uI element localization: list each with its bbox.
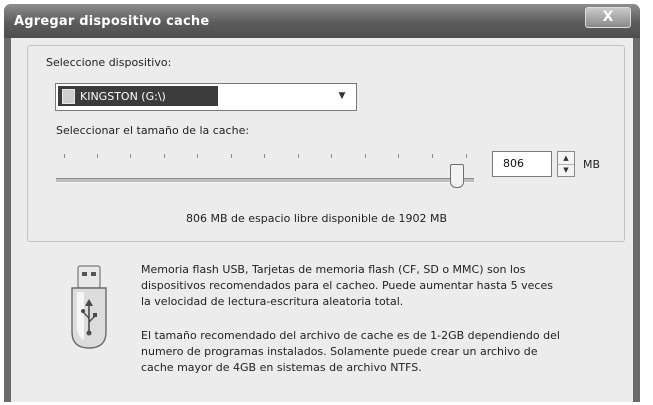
info-line: Memoria flash USB, Tarjetas de memoria f… — [141, 263, 526, 276]
slider-tick — [97, 154, 98, 158]
slider-tick — [466, 154, 467, 158]
info-paragraph-1: Memoria flash USB, Tarjetas de memoria f… — [141, 262, 626, 310]
info-line: dispositivos recomendados para el cacheo… — [141, 279, 553, 292]
device-select[interactable]: KINGSTON (G:\) ▼ — [55, 83, 357, 111]
selected-device-label: KINGSTON (G:\) — [80, 90, 166, 103]
info-line: cache mayor de 4GB en sistemas de archiv… — [141, 361, 422, 374]
slider-tick — [164, 154, 165, 158]
slider-tick — [398, 154, 399, 158]
slider-tick — [365, 154, 366, 158]
cache-size-slider-track[interactable] — [56, 178, 474, 183]
free-space-text: 806 MB de espacio libre disponible de 19… — [186, 212, 448, 225]
info-line: numero de programas instalados. Solament… — [141, 345, 538, 358]
slider-tick — [298, 154, 299, 158]
slider-tick — [264, 154, 265, 158]
slider-tick — [64, 154, 65, 158]
drive-icon — [62, 89, 75, 104]
info-paragraph-2: El tamaño recomendado del archivo de cac… — [141, 328, 626, 376]
info-line: El tamaño recomendado del archivo de cac… — [141, 329, 560, 342]
cache-size-input[interactable]: 806 — [492, 151, 552, 177]
cache-size-spinner[interactable]: ▲ ▼ — [557, 151, 575, 177]
slider-tick — [331, 154, 332, 158]
selected-device-highlight: KINGSTON (G:\) — [58, 86, 218, 106]
spinner-down-icon[interactable]: ▼ — [558, 164, 574, 176]
usb-drive-icon — [71, 265, 107, 349]
cache-size-slider-thumb[interactable] — [450, 164, 465, 188]
slider-tick — [197, 154, 198, 158]
close-button[interactable]: X — [585, 7, 631, 28]
info-line: la velocidad de lectura-escritura aleato… — [141, 295, 404, 308]
slider-tick — [130, 154, 131, 158]
cache-size-label: Seleccionar el tamaño de la cache: — [56, 124, 250, 137]
title-bar[interactable]: Agregar dispositivo cache X — [4, 4, 640, 38]
chevron-down-icon[interactable]: ▼ — [332, 86, 352, 106]
slider-tick — [432, 154, 433, 158]
slider-tick — [231, 154, 232, 158]
group-legend: Seleccione dispositivo: — [44, 56, 174, 69]
cache-size-unit: MB — [583, 158, 601, 171]
window-title: Agregar dispositivo cache — [14, 14, 210, 29]
